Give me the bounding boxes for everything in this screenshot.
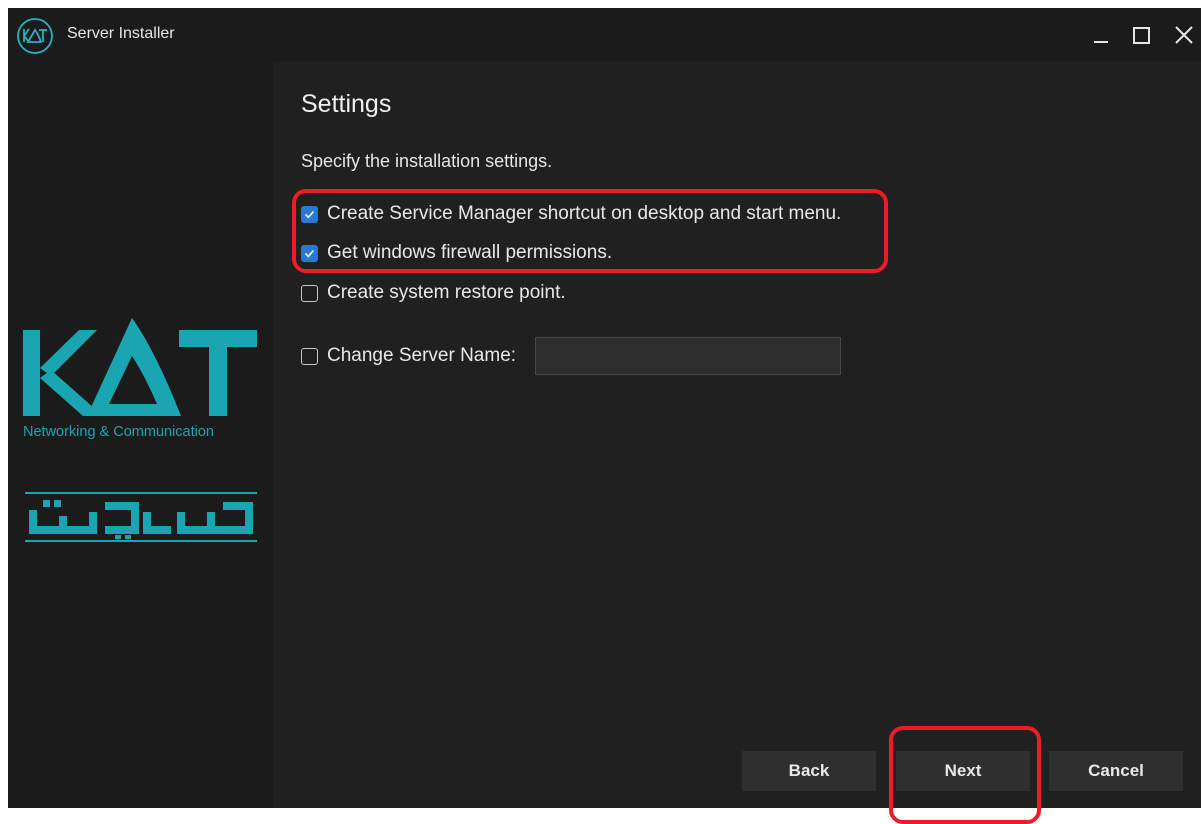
logo-tagline: Networking & Communication xyxy=(23,424,214,440)
app-logo-icon xyxy=(17,18,53,54)
page-description: Specify the installation settings. xyxy=(301,151,553,171)
window-title: Server Installer xyxy=(67,25,175,42)
restore-point-label[interactable]: Create system restore point. xyxy=(327,282,566,304)
restore-point-checkbox[interactable] xyxy=(301,284,318,302)
maximize-button[interactable] xyxy=(1126,20,1156,50)
option-firewall-permissions[interactable]: Get windows firewall permissions. xyxy=(301,241,612,265)
checkmark-icon xyxy=(304,249,315,257)
change-server-name-label[interactable]: Change Server Name: xyxy=(327,345,516,367)
desktop-shortcut-label[interactable]: Create Service Manager shortcut on deskt… xyxy=(327,203,841,225)
back-button[interactable]: Back xyxy=(742,751,876,791)
persian-logo xyxy=(25,492,257,542)
checkmark-icon xyxy=(304,210,315,218)
minimize-button[interactable] xyxy=(1086,20,1116,50)
cancel-button[interactable]: Cancel xyxy=(1049,751,1183,791)
desktop-shortcut-checkbox[interactable] xyxy=(301,205,318,223)
next-button[interactable]: Next xyxy=(896,751,1030,791)
kdt-logo: Networking & Communication xyxy=(23,318,257,440)
page-title: Settings xyxy=(301,90,392,118)
option-change-server-name[interactable]: Change Server Name: xyxy=(301,344,516,368)
sidebar: Networking & Communication xyxy=(8,62,273,808)
close-button[interactable] xyxy=(1169,20,1199,50)
option-restore-point[interactable]: Create system restore point. xyxy=(301,281,566,305)
change-server-name-checkbox[interactable] xyxy=(301,347,318,365)
title-bar[interactable]: Server Installer xyxy=(8,8,1201,62)
option-desktop-shortcut[interactable]: Create Service Manager shortcut on deskt… xyxy=(301,202,841,226)
close-icon xyxy=(1175,26,1193,44)
maximize-icon xyxy=(1133,27,1150,44)
firewall-permissions-checkbox[interactable] xyxy=(301,244,318,262)
firewall-permissions-label[interactable]: Get windows firewall permissions. xyxy=(327,242,612,264)
installer-window: Server Installer Networking & Communicat… xyxy=(8,8,1201,808)
minimize-icon xyxy=(1094,41,1108,43)
server-name-input[interactable] xyxy=(535,337,841,375)
main-panel: Settings Specify the installation settin… xyxy=(273,62,1201,808)
